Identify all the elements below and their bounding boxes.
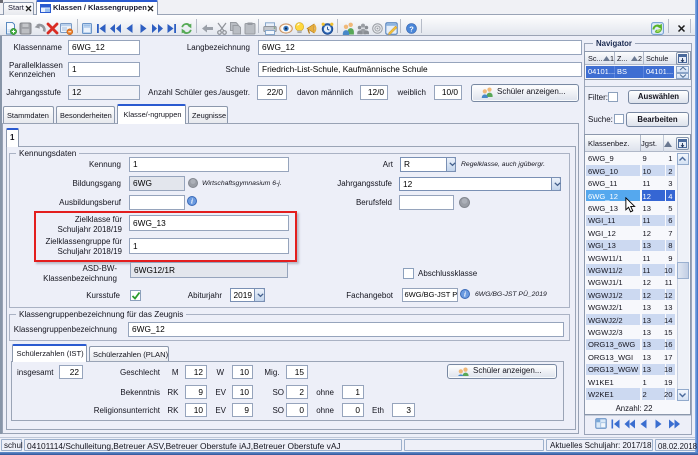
svg-text:i: i: [464, 291, 466, 299]
svg-text:i: i: [191, 198, 193, 206]
svg-text:?: ?: [409, 24, 414, 33]
